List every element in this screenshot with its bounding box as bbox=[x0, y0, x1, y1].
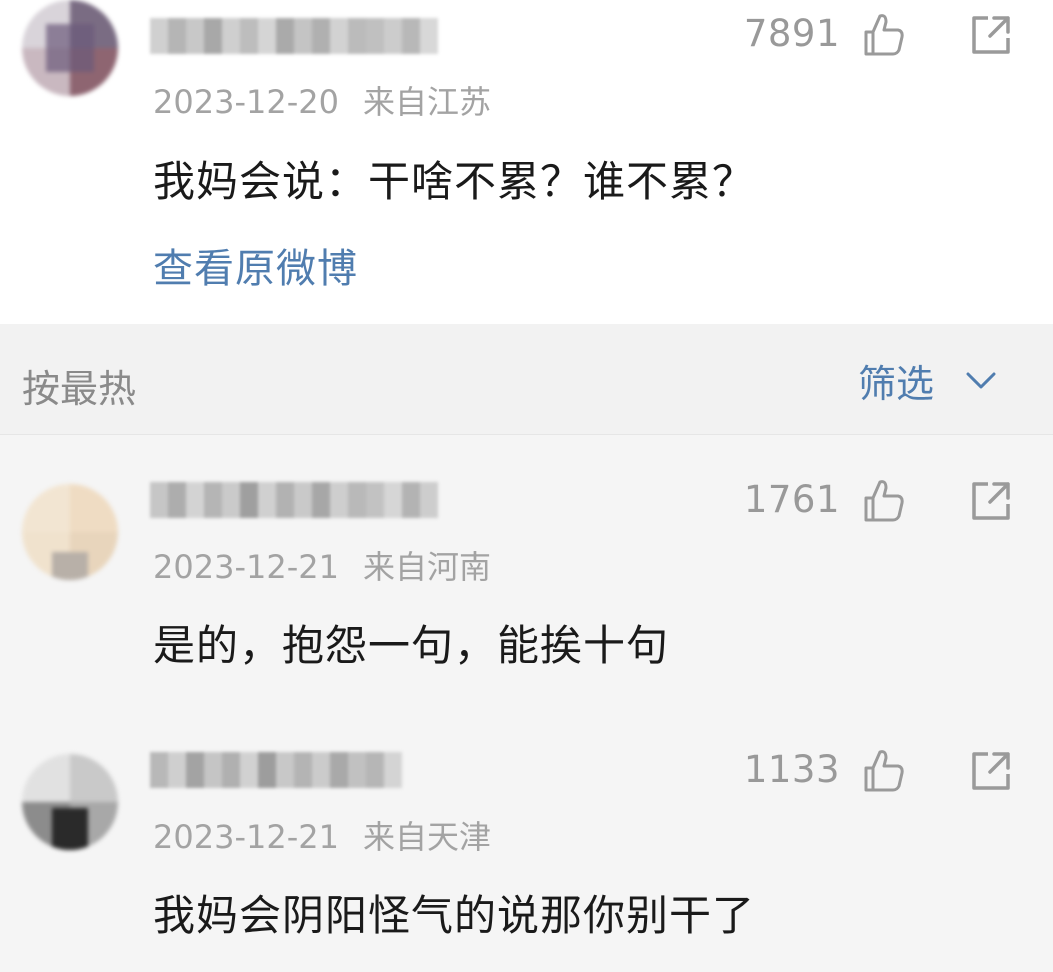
comment-location: 来自天津 bbox=[362, 818, 491, 856]
filter-button[interactable]: 筛选 bbox=[858, 352, 998, 408]
avatar[interactable] bbox=[22, 0, 118, 96]
comment-date: 2023-12-20 bbox=[153, 83, 339, 121]
comment-location: 来自江苏 bbox=[362, 83, 491, 121]
chevron-down-icon bbox=[966, 372, 996, 389]
view-original-link[interactable]: 查看原微博 bbox=[153, 236, 358, 294]
comment-location: 来自河南 bbox=[362, 548, 491, 586]
share-icon[interactable] bbox=[966, 746, 1016, 796]
thumbs-up-icon[interactable] bbox=[858, 476, 908, 526]
like-count: 1133 bbox=[743, 748, 840, 791]
comment-meta: 2023-12-20 来自江苏 bbox=[153, 77, 491, 123]
share-icon[interactable] bbox=[966, 476, 1016, 526]
filter-label: 筛选 bbox=[858, 361, 935, 406]
avatar[interactable] bbox=[22, 484, 118, 580]
top-comment-card: 7891 2023-12-20 来自江苏 我妈会说：干啥不累？谁不累？ 查看原微博 bbox=[0, 0, 1053, 324]
comment-date: 2023-12-21 bbox=[153, 818, 339, 856]
username-blurred[interactable] bbox=[150, 14, 438, 58]
comment-text: 我妈会阴阳怪气的说那你别干了 bbox=[153, 891, 756, 940]
comment-text: 我妈会说：干啥不累？谁不累？ bbox=[153, 157, 756, 206]
thumbs-up-icon[interactable] bbox=[858, 746, 908, 796]
like-count: 7891 bbox=[743, 12, 840, 55]
username-blurred[interactable] bbox=[150, 478, 438, 522]
comment-meta: 2023-12-21 来自河南 bbox=[153, 542, 491, 588]
username-blurred[interactable] bbox=[150, 748, 402, 792]
comment-meta: 2023-12-21 来自天津 bbox=[153, 812, 491, 858]
avatar[interactable] bbox=[22, 754, 118, 850]
thumbs-up-icon[interactable] bbox=[858, 10, 908, 60]
sort-bar: 按最热 筛选 bbox=[0, 324, 1053, 435]
sort-label[interactable]: 按最热 bbox=[22, 358, 136, 413]
like-count: 1761 bbox=[743, 478, 840, 521]
comment-text: 是的，抱怨一句，能挨十句 bbox=[153, 621, 670, 670]
share-icon[interactable] bbox=[966, 10, 1016, 60]
comment-date: 2023-12-21 bbox=[153, 548, 339, 586]
